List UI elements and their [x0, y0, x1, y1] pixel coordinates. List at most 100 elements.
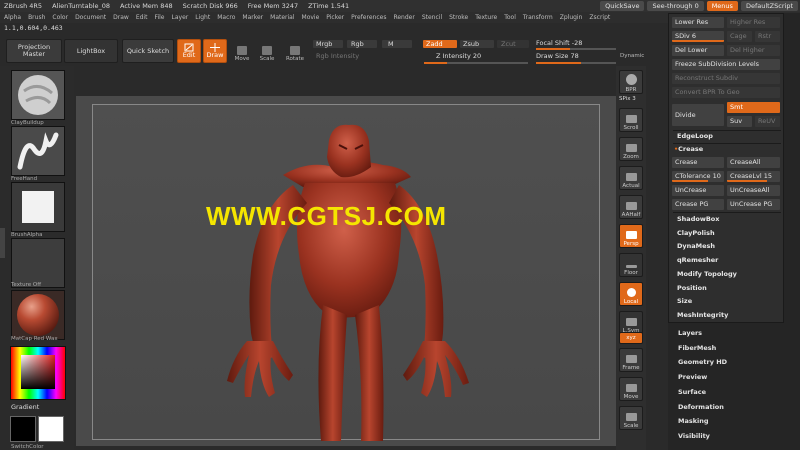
m-button[interactable] — [382, 40, 412, 48]
edgeloop-section[interactable]: EdgeLoop — [677, 132, 713, 140]
color-picker[interactable] — [10, 346, 66, 400]
del-lower-button[interactable]: Del Lower — [672, 45, 724, 56]
section-preview[interactable]: Preview — [678, 373, 707, 381]
zoom-button[interactable]: Zoom — [619, 137, 643, 161]
convert-bpr-button[interactable]: Convert BPR To Geo — [672, 87, 780, 98]
rgb-intensity-slider[interactable]: Rgb Intensity — [316, 52, 359, 60]
lightbox-button[interactable]: LightBox — [64, 39, 118, 63]
stroke-thumbnail[interactable] — [11, 126, 65, 176]
scroll-button[interactable]: Scroll — [619, 108, 643, 132]
rstr-button[interactable]: Rstr — [755, 31, 780, 42]
menu-movie[interactable]: Movie — [302, 14, 320, 21]
menu-render[interactable]: Render — [393, 14, 414, 21]
ctolerance-slider[interactable]: CTolerance 10 — [672, 171, 724, 182]
aahalf-button[interactable]: AAHalf — [619, 195, 643, 219]
menu-edit[interactable]: Edit — [136, 14, 148, 21]
scale-button[interactable]: Scale — [256, 40, 278, 62]
secondary-color-swatch[interactable] — [38, 416, 64, 442]
lower-res-button[interactable]: Lower Res — [672, 17, 724, 28]
quick-sketch-button[interactable]: Quick Sketch — [122, 39, 174, 63]
section-position[interactable]: Position — [677, 284, 707, 292]
focal-shift-slider[interactable]: Focal Shift -28 — [536, 39, 582, 47]
menu-stroke[interactable]: Stroke — [449, 14, 468, 21]
section-deformation[interactable]: Deformation — [678, 403, 724, 411]
default-zscript-button[interactable]: DefaultZScript — [740, 1, 798, 11]
section-masking[interactable]: Masking — [678, 417, 709, 425]
bpr-button[interactable]: BPR — [619, 70, 643, 94]
section-meshintegrity[interactable]: MeshIntegrity — [677, 311, 728, 319]
menu-brush[interactable]: Brush — [28, 14, 45, 21]
move-button[interactable]: Move — [231, 40, 253, 62]
suv-toggle[interactable]: Suv — [727, 116, 752, 127]
menu-layer[interactable]: Layer — [172, 14, 189, 21]
spix-slider[interactable]: SPix 3 — [619, 96, 636, 102]
brush-thumbnail[interactable] — [11, 70, 65, 120]
menu-light[interactable]: Light — [195, 14, 210, 21]
section-claypolish[interactable]: ClayPolish — [677, 229, 715, 237]
local-button[interactable]: Local — [619, 282, 643, 306]
menu-document[interactable]: Document — [75, 14, 106, 21]
menu-tool[interactable]: Tool — [504, 14, 516, 21]
z-intensity-slider[interactable]: Z Intensity 20 — [436, 52, 481, 60]
menu-alpha[interactable]: Alpha — [4, 14, 21, 21]
scale-view-button[interactable]: Scale — [619, 406, 643, 430]
section-size[interactable]: Size — [677, 297, 692, 305]
menu-marker[interactable]: Marker — [242, 14, 263, 21]
left-tray-handle[interactable] — [0, 228, 5, 258]
rotate-button[interactable]: Rotate — [284, 40, 306, 62]
menu-material[interactable]: Material — [270, 14, 294, 21]
primary-color-swatch[interactable] — [10, 416, 36, 442]
menu-transform[interactable]: Transform — [523, 14, 553, 21]
draw-size-slider[interactable]: Draw Size 78 — [536, 52, 579, 60]
section-fibermesh[interactable]: FiberMesh — [678, 344, 716, 352]
section-modify-topology[interactable]: Modify Topology — [677, 270, 737, 278]
section-layers[interactable]: Layers — [678, 329, 702, 337]
uncrease-pg-button[interactable]: UnCrease PG — [727, 199, 780, 210]
smt-toggle[interactable]: Smt — [727, 102, 780, 113]
section-shadowbox[interactable]: ShadowBox — [677, 215, 719, 223]
sdiv-slider[interactable]: SDiv 6 — [672, 31, 724, 42]
dynamic-toggle[interactable]: Dynamic — [620, 53, 644, 59]
section-qremesher[interactable]: qRemesher — [677, 256, 718, 264]
canvas-viewport[interactable]: WWW.CGTSJ.COM — [76, 96, 616, 446]
divide-button[interactable]: Divide — [672, 104, 724, 126]
higher-res-button[interactable]: Higher Res — [727, 17, 780, 28]
crease-button[interactable]: Crease — [672, 157, 724, 168]
move-view-button[interactable]: Move — [619, 377, 643, 401]
floor-button[interactable]: Floor — [619, 253, 643, 277]
section-visibility[interactable]: Visibility — [678, 432, 710, 440]
uncrease-button[interactable]: UnCrease — [672, 185, 724, 196]
reconstruct-subdiv-button[interactable]: Reconstruct Subdiv — [672, 73, 780, 84]
uncrease-all-button[interactable]: UnCreaseAll — [727, 185, 780, 196]
crease-section-header[interactable]: •Crease — [674, 145, 703, 153]
menu-draw[interactable]: Draw — [113, 14, 129, 21]
draw-button[interactable]: Draw — [203, 39, 227, 63]
reuv-button[interactable]: ReUV — [755, 116, 780, 127]
frame-button[interactable]: Frame — [619, 348, 643, 372]
alpha-thumbnail[interactable] — [11, 182, 65, 232]
quicksave-button[interactable]: QuickSave — [600, 1, 645, 11]
section-geometry-hd[interactable]: Geometry HD — [678, 358, 727, 366]
menu-macro[interactable]: Macro — [217, 14, 235, 21]
see-through-slider[interactable]: See-through 0 — [647, 1, 704, 11]
actual-button[interactable]: Actual — [619, 166, 643, 190]
persp-button[interactable]: Persp — [619, 224, 643, 248]
edit-button[interactable]: Edit — [177, 39, 201, 63]
del-higher-button[interactable]: Del Higher — [727, 45, 780, 56]
texture-thumbnail[interactable] — [11, 238, 65, 288]
cage-button[interactable]: Cage — [727, 31, 752, 42]
switchcolor-label[interactable]: SwitchColor — [11, 444, 65, 450]
menu-file[interactable]: File — [154, 14, 164, 21]
projection-master-button[interactable]: Projection Master — [6, 39, 62, 63]
material-thumbnail[interactable] — [11, 290, 65, 340]
document-canvas[interactable] — [92, 104, 600, 441]
menu-preferences[interactable]: Preferences — [351, 14, 386, 21]
menu-zplugin[interactable]: Zplugin — [560, 14, 583, 21]
color-square[interactable] — [21, 355, 55, 389]
freeze-subdiv-button[interactable]: Freeze SubDivision Levels — [672, 59, 780, 70]
menu-texture[interactable]: Texture — [475, 14, 497, 21]
menu-zscript[interactable]: Zscript — [589, 14, 610, 21]
crease-pg-button[interactable]: Crease PG — [672, 199, 724, 210]
menu-picker[interactable]: Picker — [326, 14, 344, 21]
menus-button[interactable]: Menus — [706, 1, 738, 11]
